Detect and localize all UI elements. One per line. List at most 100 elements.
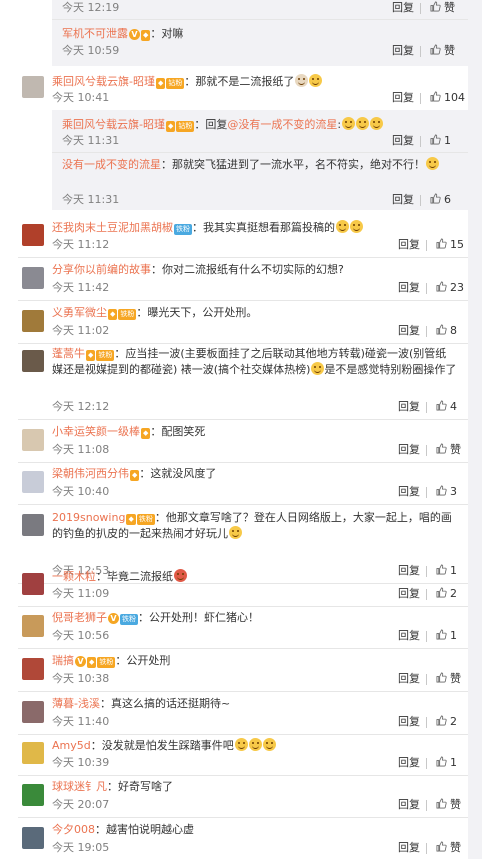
fan-badge: ◆ bbox=[155, 78, 166, 89]
like-button[interactable]: 1 bbox=[436, 629, 457, 643]
comment-time: 今天 19:05 bbox=[52, 841, 110, 854]
reply-button[interactable]: 回复 bbox=[392, 193, 414, 207]
username-link[interactable]: 今夕008 bbox=[52, 823, 95, 836]
username-link[interactable]: 蓬蒿牛 bbox=[52, 347, 85, 360]
smile-emoji-icon bbox=[426, 157, 439, 170]
avatar[interactable] bbox=[22, 742, 44, 764]
divider bbox=[420, 93, 421, 104]
mention-link[interactable]: @没有一成不变的流星 bbox=[227, 118, 337, 131]
like-button[interactable]: 4 bbox=[436, 400, 457, 414]
avatar[interactable] bbox=[22, 784, 44, 806]
reply-button[interactable]: 回复 bbox=[398, 485, 420, 499]
like-button[interactable]: 8 bbox=[436, 324, 457, 338]
comment-body: 球球迷钅凡：好奇写啥了 bbox=[52, 780, 173, 794]
like-button[interactable]: 1 bbox=[436, 756, 457, 770]
thumb-up-icon bbox=[436, 672, 447, 683]
avatar[interactable] bbox=[22, 615, 44, 637]
reply-button[interactable]: 回复 bbox=[398, 587, 420, 601]
like-button[interactable]: 6 bbox=[430, 193, 451, 207]
like-button[interactable]: 2 bbox=[436, 587, 457, 601]
verified-icon: V bbox=[75, 656, 86, 667]
divider bbox=[18, 734, 468, 735]
username-link[interactable]: 2019snowing bbox=[52, 511, 125, 524]
smile-emoji-icon bbox=[248, 738, 262, 751]
avatar[interactable] bbox=[22, 267, 44, 289]
like-button[interactable]: 赞 bbox=[436, 841, 461, 855]
avatar[interactable] bbox=[22, 827, 44, 849]
divider bbox=[426, 326, 427, 337]
like-button[interactable]: 赞 bbox=[430, 44, 455, 58]
divider bbox=[18, 648, 468, 649]
username-link[interactable]: 乘回风兮载云旗-昭瑾 bbox=[62, 118, 165, 131]
comment-text: ：曝光天下，公开处刑。 bbox=[136, 306, 258, 319]
like-button[interactable]: 赞 bbox=[436, 672, 461, 686]
divider bbox=[18, 691, 468, 692]
like-button[interactable]: 1 bbox=[436, 564, 457, 578]
like-button[interactable]: 15 bbox=[436, 238, 464, 252]
scrollbar-track[interactable] bbox=[468, 0, 482, 859]
comment-text-tail: : bbox=[337, 118, 342, 131]
username-link[interactable]: 乘回风兮载云旗-昭瑾 bbox=[52, 75, 155, 88]
like-button[interactable]: 2 bbox=[436, 715, 457, 729]
username-link[interactable]: 军机不可泄露 bbox=[62, 27, 128, 40]
username-link[interactable]: 义勇军微尘 bbox=[52, 306, 107, 319]
like-button[interactable]: 赞 bbox=[436, 443, 461, 457]
username-link[interactable]: 球球迷钅凡 bbox=[52, 780, 107, 793]
username-link[interactable]: 还我肉末土豆泥加黑胡椒 bbox=[52, 221, 173, 234]
reply-button[interactable]: 回复 bbox=[398, 400, 420, 414]
reply-button[interactable]: 回复 bbox=[398, 238, 420, 252]
reply-button[interactable]: 回复 bbox=[398, 841, 420, 855]
reply-button[interactable]: 回复 bbox=[392, 134, 414, 148]
avatar[interactable] bbox=[22, 76, 44, 98]
like-count: 1 bbox=[450, 629, 457, 642]
avatar[interactable] bbox=[22, 514, 44, 536]
avatar[interactable] bbox=[22, 429, 44, 451]
username-link[interactable]: 小幸运笑颜一级棒 bbox=[52, 425, 140, 438]
reply-button[interactable]: 回复 bbox=[398, 564, 420, 578]
avatar[interactable] bbox=[22, 310, 44, 332]
comment-time: 今天 11:09 bbox=[52, 587, 110, 600]
reply-button[interactable]: 回复 bbox=[398, 672, 420, 686]
avatar[interactable] bbox=[22, 350, 44, 372]
reply-button[interactable]: 回复 bbox=[398, 798, 420, 812]
like-button[interactable]: 赞 bbox=[430, 1, 455, 15]
divider bbox=[18, 504, 468, 505]
username-link[interactable]: Amy5d bbox=[52, 739, 91, 752]
avatar[interactable] bbox=[22, 573, 44, 595]
reply-button[interactable]: 回复 bbox=[392, 1, 414, 15]
like-button[interactable]: 104 bbox=[430, 91, 465, 105]
fan-badge: ◆ bbox=[86, 350, 96, 361]
avatar[interactable] bbox=[22, 701, 44, 723]
avatar[interactable] bbox=[22, 658, 44, 680]
reply-button[interactable]: 回复 bbox=[398, 629, 420, 643]
reply-button[interactable]: 回复 bbox=[392, 91, 414, 105]
like-button[interactable]: 1 bbox=[430, 134, 451, 148]
like-button[interactable]: 3 bbox=[436, 485, 457, 499]
username-link[interactable]: 梁朝伟河西分伟 bbox=[52, 467, 129, 480]
reply-button[interactable]: 回复 bbox=[398, 281, 420, 295]
comment-time: 今天 10:38 bbox=[52, 672, 110, 685]
reply-button[interactable]: 回复 bbox=[398, 443, 420, 457]
reply-button[interactable]: 回复 bbox=[392, 44, 414, 58]
divider bbox=[18, 300, 468, 301]
username-link[interactable]: 瑞搞 bbox=[52, 654, 74, 667]
username-link[interactable]: 分享你以前编的故事 bbox=[52, 263, 151, 276]
like-button[interactable]: 赞 bbox=[436, 798, 461, 812]
reply-button[interactable]: 回复 bbox=[398, 756, 420, 770]
username-link[interactable]: 一颗木粒 bbox=[52, 570, 96, 583]
divider bbox=[426, 758, 427, 769]
avatar[interactable] bbox=[22, 471, 44, 493]
comment-text: ：公开处刑 bbox=[115, 654, 171, 667]
rank-badge: 铁粉 bbox=[136, 514, 155, 525]
reply-button[interactable]: 回复 bbox=[398, 324, 420, 338]
comment-body: 2019snowing ◆ 铁粉 ：他那文章写啥了？登在人日网络版上，大家一起上，唱的… bbox=[52, 510, 457, 542]
like-count: 15 bbox=[450, 238, 464, 251]
username-link[interactable]: 薄暮-浅溪 bbox=[52, 697, 100, 710]
comment-text: ：真这么搞的话还挺期待~ bbox=[99, 697, 231, 710]
username-link[interactable]: 没有一成不变的流星 bbox=[62, 158, 161, 171]
like-count: 4 bbox=[450, 400, 457, 413]
reply-button[interactable]: 回复 bbox=[398, 715, 420, 729]
username-link[interactable]: 倪哥老狮子 bbox=[52, 611, 107, 624]
avatar[interactable] bbox=[22, 224, 44, 246]
like-button[interactable]: 23 bbox=[436, 281, 464, 295]
